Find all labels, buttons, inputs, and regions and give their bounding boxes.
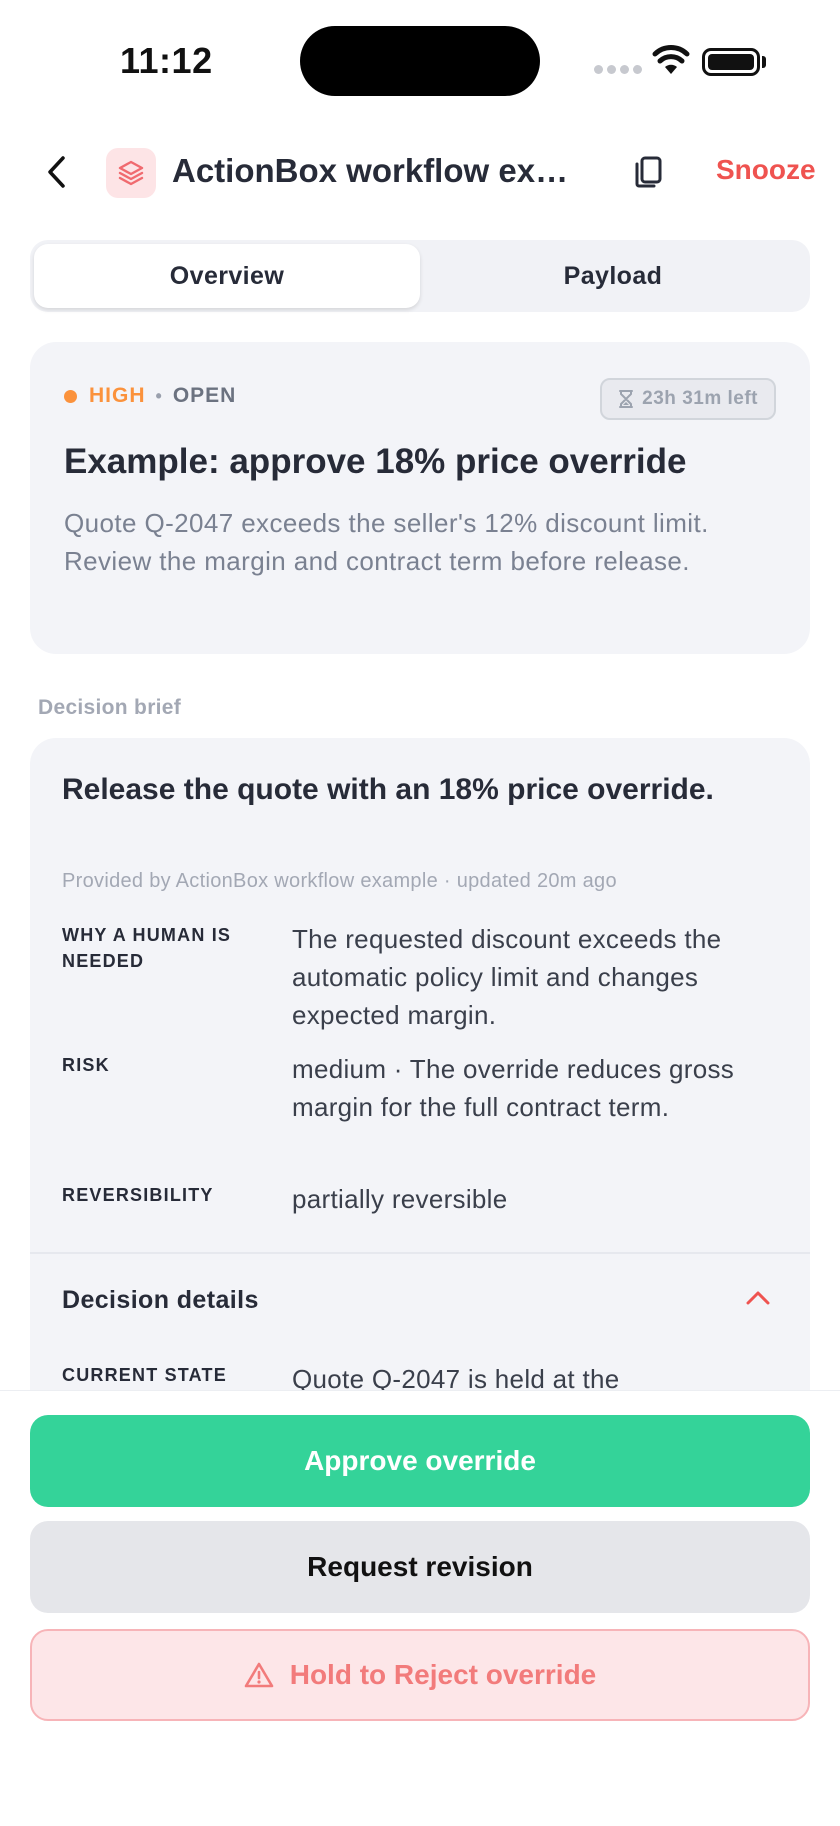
time-left-badge: 23h 31m left xyxy=(600,378,776,420)
time-left-text: 23h 31m left xyxy=(642,388,758,409)
hourglass-icon xyxy=(619,390,634,408)
approve-button[interactable]: Approve override xyxy=(30,1415,810,1507)
segmented-tabs: Overview Payload xyxy=(30,240,810,312)
tab-overview[interactable]: Overview xyxy=(34,244,420,308)
meta-row: HIGH • OPEN xyxy=(64,384,236,408)
separator-dot: • xyxy=(155,385,163,406)
app-icon xyxy=(106,148,156,198)
summary-card: HIGH • OPEN 23h 31m left Example: approv… xyxy=(30,342,810,654)
brief-provider: Provided by ActionBox workflow example ·… xyxy=(62,870,617,892)
field-key: RISK xyxy=(62,1055,110,1075)
brief-field-risk: RISK medium · The override reduces gross… xyxy=(62,1050,782,1126)
wifi-icon xyxy=(652,45,690,74)
dynamic-island xyxy=(300,26,540,96)
copy-button[interactable] xyxy=(626,150,670,194)
battery-icon xyxy=(702,48,760,76)
chevron-left-icon xyxy=(48,156,65,188)
battery-cap xyxy=(762,56,766,68)
field-value: The requested discount exceeds the autom… xyxy=(292,924,722,1030)
brief-field-reversibility: REVERSIBILITY partially reversible xyxy=(62,1180,782,1218)
decision-details-label: Decision details xyxy=(62,1286,259,1314)
brief-headline: Release the quote with an 18% price over… xyxy=(62,773,714,806)
priority-badge: HIGH xyxy=(89,384,146,407)
chevron-up-icon xyxy=(746,1291,770,1305)
reject-button[interactable]: Hold to Reject override xyxy=(30,1629,810,1721)
field-value: partially reversible xyxy=(292,1184,508,1214)
tab-payload[interactable]: Payload xyxy=(420,244,806,308)
priority-dot-icon xyxy=(64,389,77,403)
decision-brief-card: Release the quote with an 18% price over… xyxy=(30,738,810,1438)
decision-details-toggle[interactable]: Decision details xyxy=(62,1286,782,1326)
action-bar: Approve override Request revision Hold t… xyxy=(0,1390,840,1826)
field-key: WHY A HUMAN IS NEEDED xyxy=(62,925,232,971)
status-badge: OPEN xyxy=(172,384,237,407)
warning-icon xyxy=(244,1662,274,1688)
field-value: medium · The override reduces gross marg… xyxy=(292,1054,735,1122)
nav-header: ActionBox workflow example Snooze xyxy=(0,140,840,204)
summary-description: Quote Q-2047 exceeds the seller's 12% di… xyxy=(64,508,709,576)
back-button[interactable] xyxy=(34,150,78,194)
brief-field-why: WHY A HUMAN IS NEEDED The requested disc… xyxy=(62,920,782,1034)
status-bar: 11:12 xyxy=(0,0,840,120)
page-title: ActionBox workflow example xyxy=(172,152,582,189)
snooze-button[interactable]: Snooze xyxy=(716,154,816,186)
summary-title: Example: approve 18% price override xyxy=(64,442,687,481)
decision-brief-label: Decision brief xyxy=(38,696,182,719)
copy-icon xyxy=(635,156,662,188)
field-key: REVERSIBILITY xyxy=(62,1185,214,1205)
request-revision-button[interactable]: Request revision xyxy=(30,1521,810,1613)
status-time: 11:12 xyxy=(120,40,213,81)
cellular-signal-icon xyxy=(594,65,642,74)
divider xyxy=(30,1252,810,1254)
reject-button-label: Hold to Reject override xyxy=(289,1659,597,1690)
layers-icon xyxy=(118,160,144,186)
